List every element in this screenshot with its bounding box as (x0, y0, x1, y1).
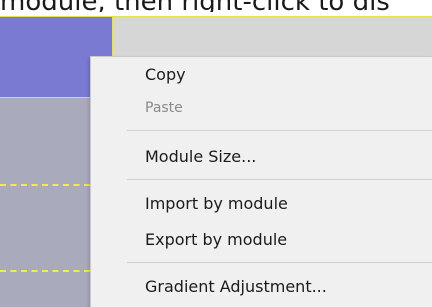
menu-item-gradient-adjustment[interactable]: Gradient Adjustment... (145, 275, 327, 299)
module-boundary-line (0, 16, 432, 17)
instruction-text: module, then right-click to dis (0, 0, 432, 12)
menu-item-paste[interactable]: Paste (145, 96, 183, 120)
menu-item-module-size[interactable]: Module Size... (145, 145, 256, 169)
canvas-upper-area[interactable] (113, 16, 432, 56)
context-menu: Copy Paste Module Size... Import by modu… (90, 56, 432, 307)
menu-separator (127, 179, 432, 180)
menu-item-copy[interactable]: Copy (145, 63, 186, 87)
module-guide-line (0, 270, 90, 272)
menu-item-import-by-module[interactable]: Import by module (145, 192, 288, 216)
editor-stage: module, then right-click to dis Copy Pas… (0, 0, 432, 307)
menu-separator (127, 262, 432, 263)
menu-separator (127, 130, 432, 131)
module-guide-line (0, 184, 90, 186)
menu-item-export-by-module[interactable]: Export by module (145, 228, 287, 252)
